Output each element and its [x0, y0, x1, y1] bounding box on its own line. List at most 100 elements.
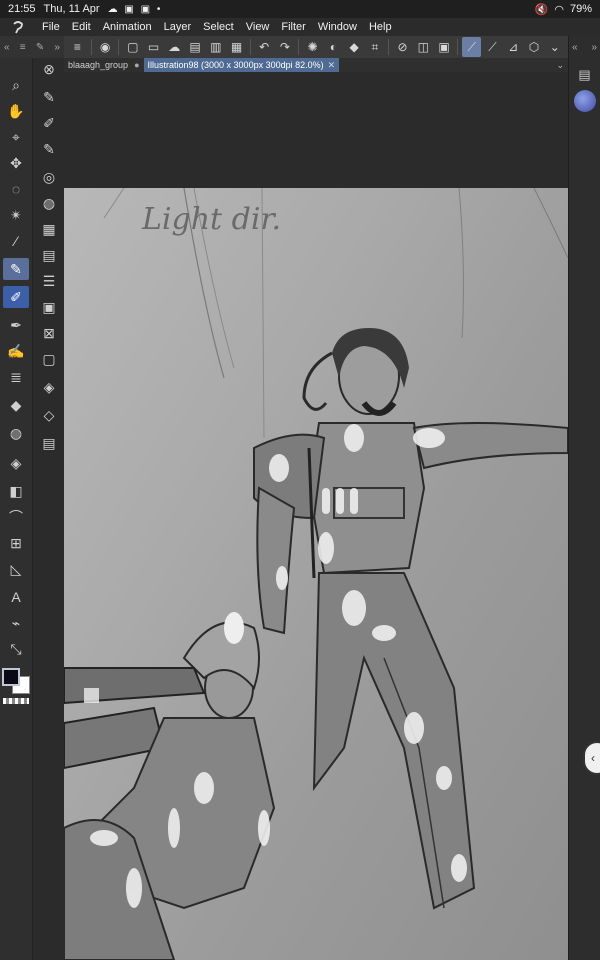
info-icon[interactable]: ▤	[36, 432, 62, 454]
decoration-tool-icon[interactable]: ≣	[3, 366, 29, 388]
menu-icon[interactable]: ≡	[68, 37, 87, 57]
sub-tool-palette: ⊗ ✎ ✐ ✎ ◎ ◍ ▦ ▤ ☰ ▣ ⊠ ▢ ◈ ◇ ▤	[32, 58, 64, 960]
document-tabs: blaaagh_group ● Illustration98 (3000 x 3…	[64, 58, 568, 72]
layer-property-icon[interactable]: ▣	[36, 296, 62, 318]
airbrush-tool-icon[interactable]: ✍	[3, 340, 29, 362]
layers-panel-icon[interactable]: ▤	[574, 64, 596, 86]
move-layer-tool-icon[interactable]: ✥	[3, 152, 29, 174]
gradient-tool-icon[interactable]: ◧	[3, 480, 29, 502]
panel-menu-icon[interactable]: ≡	[20, 42, 26, 53]
foreground-color-swatch[interactable]	[2, 668, 20, 686]
transparent-color-swatch[interactable]	[3, 698, 29, 704]
frame-tool-icon[interactable]: ⊞	[3, 532, 29, 554]
redo-icon[interactable]: ↷	[276, 37, 295, 57]
balloon-tool-icon[interactable]: ⌁	[3, 612, 29, 634]
divider	[388, 39, 390, 55]
transform-icon[interactable]: ✺	[303, 37, 322, 57]
pencil-tool-icon[interactable]: ✐	[3, 286, 29, 308]
brush-tool-icon[interactable]: ✒	[3, 314, 29, 336]
navigator-icon[interactable]: ◇	[36, 404, 62, 426]
color-wheel-icon[interactable]: ◎	[36, 166, 62, 188]
collapse-right-icon[interactable]: »	[591, 42, 597, 53]
save-icon[interactable]: ▤	[186, 37, 205, 57]
layer-icon[interactable]: ◈	[36, 376, 62, 398]
drawing-canvas[interactable]: Light dir.	[64, 188, 568, 960]
clock: 21:55	[8, 3, 36, 15]
figure-tool-icon[interactable]: ⌒	[3, 506, 29, 528]
close-tab-icon[interactable]: ✕	[328, 60, 336, 71]
companion-icon[interactable]: ◉	[96, 37, 115, 57]
text-tool-icon[interactable]: A	[3, 586, 29, 608]
export-alt-icon[interactable]: ▦	[227, 37, 246, 57]
canvas-note-text: Light dir.	[142, 202, 282, 237]
open-file-icon[interactable]: ▭	[144, 37, 163, 57]
tab-label: blaaagh_group	[68, 60, 129, 70]
menu-file[interactable]: File	[36, 21, 66, 33]
tab-blaaagh-group[interactable]: blaaagh_group ●	[64, 58, 144, 72]
fill-tool-icon[interactable]: ◈	[3, 452, 29, 474]
ruler-tool-icon[interactable]: ◺	[3, 558, 29, 580]
avatar[interactable]	[573, 90, 596, 112]
menu-select[interactable]: Select	[197, 21, 240, 33]
tab-illustration98[interactable]: Illustration98 (3000 x 3000px 300dpi 82.…	[143, 58, 340, 72]
fill-icon[interactable]: ◆	[345, 37, 364, 57]
battery-level: 79%	[569, 3, 592, 15]
correct-line-tool-icon[interactable]: ⤡	[3, 638, 29, 660]
app-logo-icon[interactable]	[0, 20, 36, 34]
sub-tool-pen-icon[interactable]: ✎	[36, 86, 62, 108]
magic-wand-tool-icon[interactable]: ✴	[3, 204, 29, 226]
wifi-icon: ◠	[554, 3, 564, 16]
eraser-tool-icon[interactable]: ◆	[3, 394, 29, 416]
layer-search-icon[interactable]: ⊠	[36, 322, 62, 344]
sub-tool-menu-icon[interactable]: ⊗	[36, 58, 62, 80]
menu-filter[interactable]: Filter	[275, 21, 311, 33]
intermediate-color-icon[interactable]: ▦	[36, 218, 62, 240]
panel-handle-icon[interactable]: ‹	[583, 741, 600, 775]
collapse-right-icon[interactable]: »	[54, 42, 60, 53]
approx-color-icon[interactable]: ▤	[36, 244, 62, 266]
canvas-area[interactable]: Light dir.	[64, 72, 568, 960]
blend-tool-icon[interactable]: ◍	[3, 422, 29, 444]
collapse-left-icon[interactable]: «	[572, 42, 578, 53]
undo-icon[interactable]: ↶	[255, 37, 274, 57]
snap-special-ruler-icon[interactable]: ⟋	[483, 37, 502, 57]
brush-size-icon[interactable]: ✎	[36, 42, 44, 53]
crop-icon[interactable]: ⌗	[366, 37, 385, 57]
menu-animation[interactable]: Animation	[97, 21, 158, 33]
pen-tool-icon[interactable]: ✎	[3, 258, 29, 280]
invert-selection-icon[interactable]: ◫	[414, 37, 433, 57]
ruler-snap-icon[interactable]: ⟋	[462, 37, 482, 57]
menu-window[interactable]: Window	[312, 21, 363, 33]
divider	[90, 39, 92, 55]
left-panel-header: « ≡ ✎ »	[0, 36, 64, 58]
color-set-icon[interactable]: ◍	[36, 192, 62, 214]
command-bar: ≡ ◉ ▢ ▭ ☁ ▤ ▥ ▦ ↶ ↷ ✺ ◐ ◆ ⌗ ⊘ ◫ ▣ ⟋ ⟋ ⊿ …	[64, 36, 568, 58]
selection-border-icon[interactable]: ▣	[435, 37, 454, 57]
right-panel-header: « »	[569, 36, 600, 58]
toolbar-expand-icon[interactable]: ⌄	[545, 37, 564, 57]
menu-edit[interactable]: Edit	[66, 21, 97, 33]
material-icon[interactable]: ▢	[36, 348, 62, 370]
unsaved-dot-icon: ●	[134, 60, 140, 70]
eyedropper-tool-icon[interactable]: ⁄	[3, 230, 29, 252]
export-icon[interactable]: ▥	[206, 37, 225, 57]
menu-help[interactable]: Help	[363, 21, 398, 33]
snap-grid-icon[interactable]: ⊿	[504, 37, 523, 57]
lasso-tool-icon[interactable]: ◌	[3, 178, 29, 200]
sub-tool-settings-icon[interactable]: ✐	[36, 112, 62, 134]
deselect-icon[interactable]: ⊘	[393, 37, 412, 57]
operation-tool-icon[interactable]: ⌖	[3, 126, 29, 148]
color-history-icon[interactable]: ☰	[36, 270, 62, 292]
collapse-left-icon[interactable]: «	[4, 42, 10, 53]
divider	[118, 39, 120, 55]
menu-layer[interactable]: Layer	[158, 21, 198, 33]
clear-icon[interactable]: ◐	[324, 37, 343, 57]
hand-tool-icon[interactable]: ✋	[3, 100, 29, 122]
menu-view[interactable]: View	[240, 21, 276, 33]
tabs-overflow-icon[interactable]: ⌄	[556, 60, 568, 71]
zoom-tool-icon[interactable]: ⌕	[3, 74, 29, 96]
sub-tool-detail-icon[interactable]: ✎	[36, 138, 62, 160]
new-file-icon[interactable]: ▢	[123, 37, 142, 57]
cloud-upload-icon[interactable]: ☁	[165, 37, 184, 57]
3d-icon[interactable]: ⬡	[525, 37, 544, 57]
